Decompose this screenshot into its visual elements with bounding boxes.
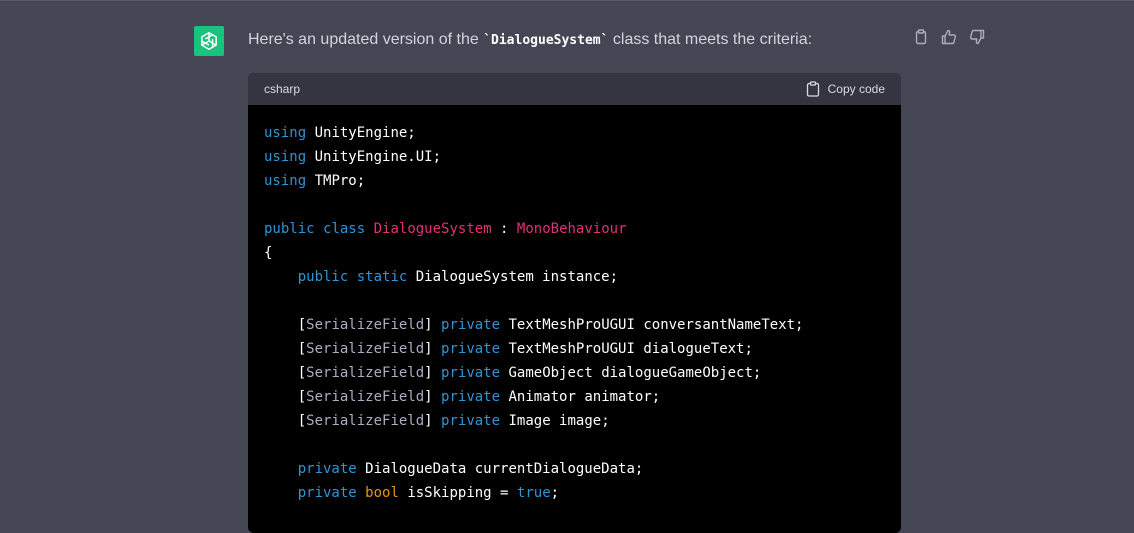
code-line: private DialogueData currentDialogueData…: [264, 457, 885, 481]
code-token: using: [264, 149, 307, 165]
code-line: [SerializeField] private TextMeshProUGUI…: [264, 337, 885, 361]
code-line: [SerializeField] private GameObject dial…: [264, 361, 885, 385]
code-token: private: [297, 461, 357, 477]
copy-icon: [915, 29, 927, 45]
code-token: static: [356, 269, 408, 285]
code-token: ]: [424, 389, 442, 405]
code-token: SerializeField: [306, 389, 425, 405]
code-token: TMPro;: [306, 173, 366, 189]
code-token: [: [264, 341, 307, 357]
code-token: TextMeshProUGUI dialogueText;: [500, 341, 753, 357]
code-token: {: [264, 245, 273, 261]
code-token: DialogueSystem instance;: [407, 269, 619, 285]
code-token: using: [264, 125, 307, 141]
code-block: csharp Copy code using UnityEngine; using…: [248, 73, 901, 533]
message-text-suffix: class that meets the criteria:: [608, 31, 813, 48]
top-divider: [0, 0, 1134, 1]
code-token: ]: [424, 413, 442, 429]
code-token: ]: [424, 317, 442, 333]
code-token: [: [264, 365, 307, 381]
code-token: SerializeField: [306, 413, 425, 429]
thumbs-up-button[interactable]: [941, 28, 957, 46]
code-token: MonoBehaviour: [516, 221, 627, 237]
code-line: using UnityEngine.UI;: [264, 145, 885, 169]
code-token: private: [441, 365, 501, 381]
code-block-header: csharp Copy code: [248, 73, 901, 105]
thumbs-down-button[interactable]: [969, 28, 985, 46]
thumbs-down-icon: [969, 29, 985, 45]
code-token: private: [441, 317, 501, 333]
assistant-message: Here's an updated version of the `Dialog…: [248, 30, 812, 51]
code-token: using: [264, 173, 307, 189]
message-text-prefix: Here's an updated version of the: [248, 31, 484, 48]
code-token: private: [441, 341, 501, 357]
code-content[interactable]: using UnityEngine; using UnityEngine.UI; u…: [248, 105, 901, 505]
code-token: ;: [550, 485, 560, 501]
code-token: public: [264, 221, 315, 237]
openai-logo-icon: [201, 32, 217, 50]
code-line: using TMPro;: [264, 169, 885, 193]
code-token: UnityEngine.UI;: [306, 149, 442, 165]
thumbs-up-icon: [941, 29, 957, 45]
code-line: public class DialogueSystem : MonoBehavi…: [264, 217, 885, 241]
code-token: ]: [424, 341, 442, 357]
copy-message-button[interactable]: [913, 28, 929, 46]
code-token: class: [323, 221, 366, 237]
code-token: GameObject dialogueGameObject;: [500, 365, 762, 381]
code-token: public: [297, 269, 349, 285]
code-token: SerializeField: [306, 341, 425, 357]
code-line: [SerializeField] private Image image;: [264, 409, 885, 433]
code-token: DialogueSystem: [373, 221, 492, 237]
code-token: Image image;: [500, 413, 610, 429]
code-line: [SerializeField] private TextMeshProUGUI…: [264, 313, 885, 337]
code-line: {: [264, 241, 885, 265]
code-token: [: [264, 413, 307, 429]
code-token: UnityEngine;: [306, 125, 416, 141]
copy-code-button[interactable]: Copy code: [806, 81, 885, 97]
code-line: [SerializeField] private Animator animat…: [264, 385, 885, 409]
code-token: SerializeField: [306, 317, 425, 333]
clipboard-icon: [806, 81, 819, 97]
message-actions: [913, 28, 985, 46]
code-token: true: [516, 485, 551, 501]
code-token: DialogueData currentDialogueData;: [356, 461, 644, 477]
copy-code-label: Copy code: [827, 82, 885, 96]
code-token: private: [441, 413, 501, 429]
code-line: public static DialogueSystem instance;: [264, 265, 885, 289]
code-line: private bool isSkipping = true;: [264, 481, 885, 505]
code-token: Animator animator;: [500, 389, 661, 405]
code-token: private: [441, 389, 501, 405]
code-token: SerializeField: [306, 365, 425, 381]
inline-code: `DialogueSystem`: [483, 33, 609, 48]
code-token: isSkipping =: [398, 485, 517, 501]
code-token: ]: [424, 365, 442, 381]
code-language-label: csharp: [264, 82, 301, 96]
assistant-avatar: [194, 26, 224, 56]
code-token: TextMeshProUGUI conversantNameText;: [500, 317, 804, 333]
code-token: [: [264, 389, 307, 405]
code-line: using UnityEngine;: [264, 121, 885, 145]
code-token: [: [264, 317, 307, 333]
code-token: private: [297, 485, 357, 501]
code-token: :: [491, 221, 517, 237]
code-token: bool: [365, 485, 399, 501]
